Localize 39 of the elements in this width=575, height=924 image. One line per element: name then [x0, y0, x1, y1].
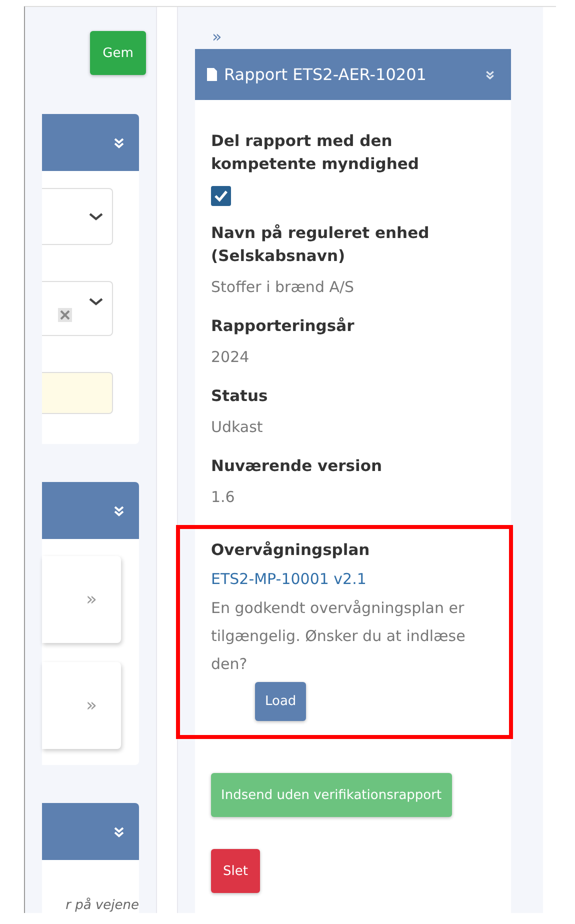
field-label: Nuværende version [211, 456, 384, 477]
select-field[interactable] [42, 281, 113, 336]
panel-header[interactable] [42, 114, 139, 171]
field-label: Del rapport med den kompetente myndighed [211, 131, 420, 175]
expand-link[interactable]: » [212, 29, 511, 45]
field-label: Navn på reguleret enhed (Selskabsnavn) [211, 223, 430, 267]
select-field[interactable] [42, 188, 113, 245]
panel-header[interactable] [42, 803, 139, 860]
checkbox[interactable] [211, 186, 231, 206]
submit-button[interactable]: Indsend uden verifikationsrapport [211, 773, 452, 817]
field-label: Status [211, 386, 269, 407]
field-value: Udkast [211, 417, 264, 438]
field-value: 2024 [211, 347, 250, 368]
save-button[interactable]: Gem [90, 31, 146, 75]
panel-title: Rapport ETS2-AER-10201 [224, 65, 428, 84]
delete-button[interactable]: Slet [211, 849, 260, 893]
panel-header[interactable]: Rapport ETS2-AER-10201 [195, 49, 511, 100]
field-value: 1.6 [211, 487, 236, 508]
message-text: En godkendt overvågningsplan er tilgængelig. Ønsker du at indlæse den? [211, 598, 466, 675]
collapse-icon [113, 136, 125, 148]
clear-icon [58, 308, 72, 322]
field-label: Rapporteringsår [211, 316, 356, 337]
panel-header[interactable] [42, 482, 139, 539]
chevron-down-icon [88, 211, 104, 222]
field-label: Overvågningsplan [211, 540, 371, 561]
collapse-icon [485, 70, 495, 80]
field-value: Stoffer i brænd A/S [211, 277, 356, 298]
arrow-text: » [86, 695, 97, 716]
load-button[interactable]: Load [255, 682, 306, 721]
input-field[interactable] [42, 372, 113, 414]
chevron-down-icon [88, 296, 104, 307]
link-card[interactable]: » [42, 662, 121, 749]
document-icon [207, 68, 217, 81]
collapse-icon [113, 826, 125, 838]
collapse-icon [113, 504, 125, 516]
note-text: r på vejene [66, 898, 139, 913]
link-card[interactable]: » [42, 556, 121, 643]
plan-link[interactable]: ETS2-MP-10001 v2.1 [211, 568, 497, 591]
arrow-text: » [86, 589, 97, 610]
